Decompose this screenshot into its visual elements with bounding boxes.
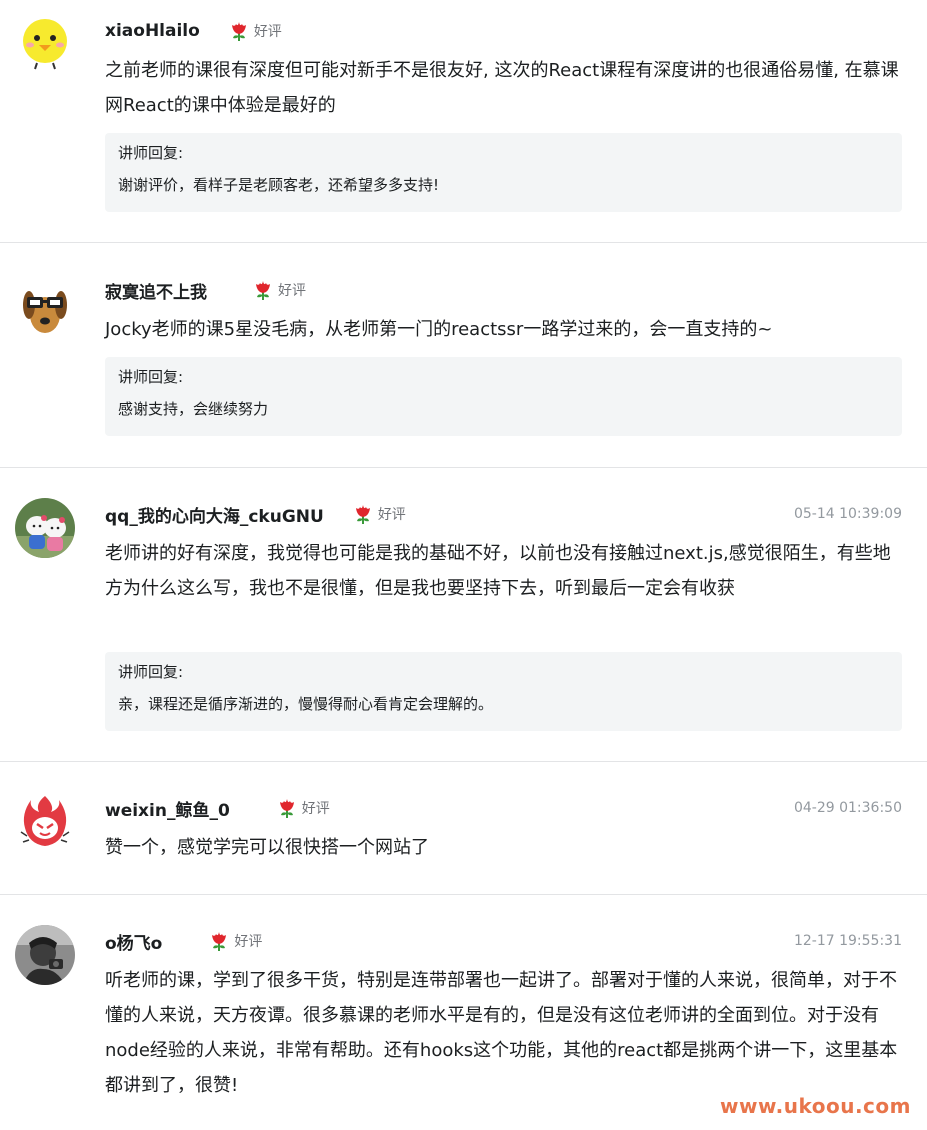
rating-badge: 好评: [252, 279, 306, 301]
flower-icon: [256, 281, 270, 300]
photo-avatar-icon: [15, 925, 75, 985]
flower-icon: [212, 932, 227, 951]
flower-icon: [231, 22, 246, 41]
review-content: 赞一个，感觉学完可以很快搭一个网站了: [105, 837, 429, 858]
plush-toys-avatar-icon: [15, 498, 75, 558]
user-avatar[interactable]: [15, 498, 75, 558]
dog-with-glasses-avatar-icon: [15, 277, 75, 337]
review-time: 05-14 10:39:09: [793, 506, 902, 522]
rating-label: 好评: [278, 283, 306, 299]
rating-badge: 好评: [352, 503, 406, 525]
user-avatar[interactable]: [15, 792, 75, 852]
username[interactable]: 寂寞追不上我: [105, 278, 207, 303]
teacher-reply: 讲师回复: 亲，课程还是循序渐进的，慢慢得耐心看肯定会理解的。: [105, 652, 902, 731]
review-time: 04-29 01:36:50: [793, 800, 902, 816]
flame-face-avatar-icon: [15, 792, 75, 852]
rating-label: 好评: [234, 934, 263, 950]
username[interactable]: xiaoHlailo: [105, 21, 200, 41]
username[interactable]: o杨飞o: [105, 929, 162, 954]
review-content: 听老师的课，学到了很多干货，特别是连带部署也一起讲了。部署对于懂的人来说，很简单…: [105, 970, 898, 1096]
teacher-reply: 讲师回复: 谢谢评价，看样子是老顾客老，还希望多多支持!: [105, 133, 902, 212]
rating-label: 好评: [253, 24, 282, 40]
reply-text: 感谢支持，会继续努力: [118, 400, 269, 418]
username[interactable]: weixin_鲸鱼_0: [105, 796, 230, 821]
review-item: weixin_鲸鱼_0 好评 04-29 01:36:50 赞一个，感觉学完可以…: [0, 762, 927, 895]
flower-icon: [279, 799, 294, 818]
rating-badge: 好评: [228, 20, 282, 42]
review-item: xiaoHlailo 好评 之前老师的课很有深度但可能对新手不是很友好, 这次的…: [0, 0, 927, 243]
reply-title: 讲师回复:: [118, 368, 184, 386]
review-content: 之前老师的课很有深度但可能对新手不是很友好, 这次的React课程有深度讲的也很…: [105, 60, 899, 116]
rating-badge: 好评: [276, 797, 330, 819]
review-time: 12-17 19:55:31: [793, 933, 902, 949]
review-content: Jocky老师的课5星没毛病，从老师第一门的reactssr一路学过来的，会一直…: [105, 319, 773, 340]
reply-text: 谢谢评价，看样子是老顾客老，还希望多多支持!: [118, 176, 440, 194]
user-avatar[interactable]: [15, 13, 75, 73]
rating-badge: 好评: [208, 930, 262, 952]
user-avatar[interactable]: [15, 277, 75, 337]
rating-label: 好评: [377, 507, 406, 523]
review-content: 老师讲的好有深度，我觉得也可能是我的基础不好，以前也没有接触过next.js,感…: [105, 543, 891, 599]
rating-label: 好评: [301, 801, 330, 817]
chick-avatar-icon: [15, 13, 75, 73]
watermark: www.ukoou.com: [719, 1094, 911, 1118]
teacher-reply: 讲师回复: 感谢支持，会继续努力: [105, 357, 902, 436]
flower-icon: [355, 505, 370, 524]
username[interactable]: qq_我的心向大海_ckuGNU: [105, 502, 324, 527]
review-item: 寂寞追不上我 好评 Jocky老师的课5星没毛病，从老师第一门的reactssr…: [0, 243, 927, 468]
user-avatar[interactable]: [15, 925, 75, 985]
reply-title: 讲师回复:: [118, 144, 184, 162]
reply-text: 亲，课程还是循序渐进的，慢慢得耐心看肯定会理解的。: [118, 695, 494, 713]
review-item: qq_我的心向大海_ckuGNU 好评 05-14 10:39:09 老师讲的好…: [0, 468, 927, 762]
reply-title: 讲师回复:: [118, 663, 184, 681]
